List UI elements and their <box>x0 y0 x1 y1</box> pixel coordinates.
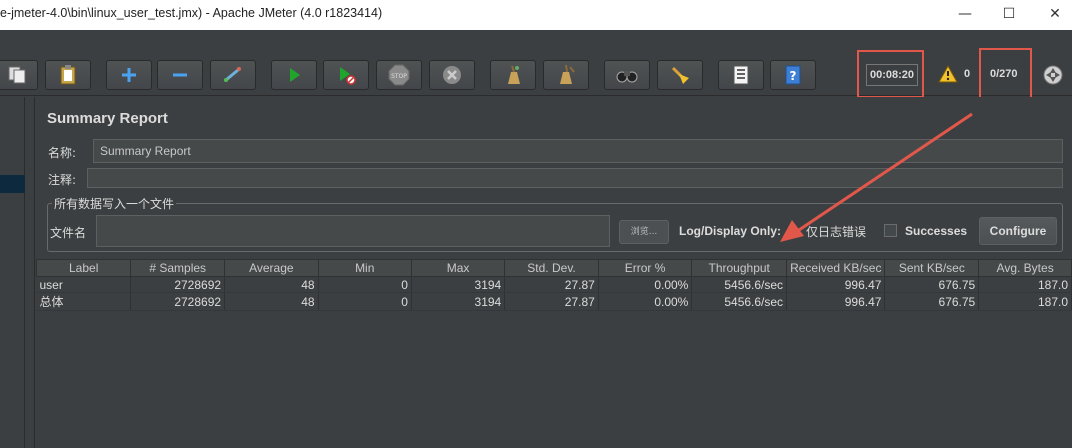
paste-button[interactable] <box>45 60 91 90</box>
test-plan-tree[interactable] <box>0 97 25 448</box>
collapse-all-button[interactable] <box>157 60 203 90</box>
write-group-title: 所有数据写入一个文件 <box>52 195 177 212</box>
column-header-min[interactable]: Min <box>317 259 412 277</box>
search-button[interactable] <box>604 60 650 90</box>
table-cell: 5456.6/sec <box>691 276 788 293</box>
expand-icon <box>122 68 136 82</box>
successes-checkbox[interactable] <box>884 224 897 237</box>
pane-splitter[interactable] <box>26 97 35 448</box>
table-cell: user <box>36 276 132 293</box>
table-cell: 0.00% <box>598 292 693 311</box>
errors-only-checkbox-label[interactable]: 仅日志错误 <box>806 223 866 240</box>
expand-all-button[interactable] <box>106 60 152 90</box>
tree-selected-row[interactable] <box>0 175 25 193</box>
function-helper-button[interactable] <box>718 60 764 90</box>
start-no-pauses-button[interactable] <box>323 60 369 90</box>
clear-all-button[interactable] <box>543 60 589 90</box>
table-header-row: Label # Samples Average Min Max Std. Dev… <box>35 259 1072 277</box>
title-bar: e-jmeter-4.0\bin\linux_user_test.jmx) - … <box>0 0 1072 30</box>
collapse-icon <box>173 73 187 77</box>
help-icon: ? <box>785 65 801 85</box>
table-cell: 48 <box>224 292 319 311</box>
svg-text:?: ? <box>790 69 797 83</box>
paste-icon <box>60 65 76 85</box>
column-header-error-pct[interactable]: Error % <box>597 259 693 277</box>
table-cell: 187.0 <box>978 292 1072 311</box>
configure-button[interactable]: Configure <box>979 217 1057 245</box>
annotation-box-threads <box>979 48 1032 102</box>
table-cell: 48 <box>224 276 319 293</box>
panel-title: Summary Report <box>47 110 168 127</box>
table-cell: 676.75 <box>884 292 980 311</box>
results-table: Label # Samples Average Min Max Std. Dev… <box>35 259 1072 311</box>
column-header-average[interactable]: Average <box>224 259 319 277</box>
table-cell: 27.87 <box>504 292 599 311</box>
search-icon <box>616 71 638 83</box>
successes-label: Successes <box>905 224 968 238</box>
table-cell: 0 <box>318 276 412 293</box>
clear-all-icon <box>560 64 575 84</box>
filename-label: 文件名 <box>50 226 87 240</box>
start-no-pause-icon <box>340 67 356 85</box>
name-label: 名称: <box>48 146 77 160</box>
column-header-sent-kb[interactable]: Sent KB/sec <box>884 259 980 277</box>
reset-search-button[interactable] <box>657 60 703 90</box>
toggle-icon <box>224 67 241 82</box>
table-cell: 3194 <box>411 292 506 311</box>
table-row[interactable]: user 2728692 48 0 3194 27.87 0.00% 5456.… <box>36 276 1072 293</box>
column-header-received-kb[interactable]: Received KB/sec <box>786 259 886 277</box>
clear-icon <box>508 65 520 84</box>
column-header-label[interactable]: Label <box>35 259 132 277</box>
table-cell: 3194 <box>411 276 506 293</box>
minimize-button[interactable]: — <box>953 3 977 25</box>
svg-text:STOP: STOP <box>391 73 407 80</box>
maximize-button[interactable]: ☐ <box>997 3 1021 25</box>
table-cell: 2728692 <box>130 292 226 311</box>
table-cell: 0.00% <box>598 276 693 293</box>
start-button[interactable] <box>271 60 317 90</box>
help-button[interactable]: ? <box>770 60 816 90</box>
warning-icon[interactable] <box>938 64 958 84</box>
reset-search-icon <box>671 66 689 84</box>
toggle-button[interactable] <box>210 60 256 90</box>
warning-count: 0 <box>964 68 971 80</box>
table-cell: 996.47 <box>786 292 886 311</box>
column-header-avg-bytes[interactable]: Avg. Bytes <box>978 259 1072 277</box>
table-row[interactable]: 总体 2728692 48 0 3194 27.87 0.00% 5456.6/… <box>36 292 1072 311</box>
clear-button[interactable] <box>490 60 536 90</box>
table-cell: 总体 <box>36 292 132 311</box>
table-cell: 5456.6/sec <box>691 292 788 311</box>
column-header-max[interactable]: Max <box>410 259 506 277</box>
function-helper-icon <box>733 65 749 85</box>
table-cell: 187.0 <box>978 276 1072 293</box>
column-header-std-dev[interactable]: Std. Dev. <box>504 259 599 277</box>
annotation-box-timer <box>857 50 924 98</box>
menu-bar <box>0 30 1072 52</box>
table-cell: 2728692 <box>130 276 226 293</box>
filename-input[interactable] <box>96 215 610 247</box>
copy-icon <box>8 66 26 84</box>
start-icon <box>290 68 300 82</box>
comment-label: 注释: <box>48 173 77 187</box>
column-header-throughput[interactable]: Throughput <box>691 259 788 277</box>
stop-button[interactable]: STOP <box>376 60 422 90</box>
copy-button[interactable] <box>0 60 38 90</box>
close-button[interactable]: ✕ <box>1043 3 1067 25</box>
window-title: e-jmeter-4.0\bin\linux_user_test.jmx) - … <box>0 6 383 20</box>
remote-icon[interactable] <box>1042 64 1064 86</box>
shutdown-button[interactable] <box>429 60 475 90</box>
table-cell: 676.75 <box>884 276 980 293</box>
table-cell: 0 <box>318 292 412 311</box>
shutdown-icon <box>443 66 461 84</box>
table-cell: 996.47 <box>786 276 886 293</box>
table-cell: 27.87 <box>504 276 599 293</box>
log-display-only-label: Log/Display Only: <box>679 224 782 238</box>
stop-icon: STOP <box>388 64 410 86</box>
column-header-samples[interactable]: # Samples <box>130 259 226 277</box>
browse-button[interactable]: 浏览... <box>619 220 669 244</box>
